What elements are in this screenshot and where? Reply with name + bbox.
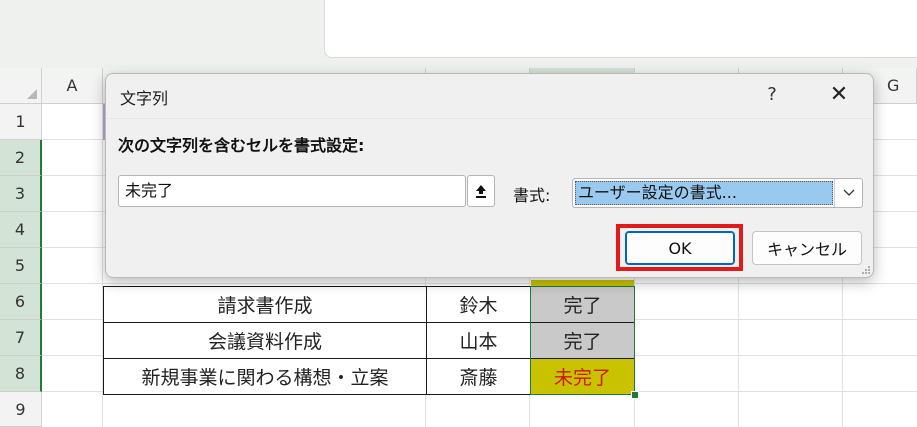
formula-bar-area [324, 0, 917, 58]
collapse-dialog-icon [476, 185, 486, 198]
dropdown-arrow[interactable] [834, 179, 862, 207]
row-header-9[interactable]: 9 [0, 392, 42, 427]
format-dropdown[interactable]: ユーザー設定の書式... [572, 178, 863, 208]
row-header-8[interactable]: 8 [0, 356, 42, 392]
column-label: A [66, 76, 78, 95]
row-header-5[interactable]: 5 [0, 248, 42, 284]
status-cell[interactable]: 完了 [530, 286, 635, 323]
text-value-input[interactable]: 未完了 [118, 175, 466, 207]
row-label: 7 [14, 328, 26, 347]
select-all-triangle-icon [27, 89, 37, 99]
row-label: 9 [15, 399, 26, 419]
cell-text: 完了 [563, 331, 602, 353]
text-contains-dialog: 文字列 ? ✕ 次の文字列を含むセルを書式設定: 未完了 書式: ユーザー設定の… [105, 73, 874, 278]
cell-text: 未完了 [553, 367, 611, 389]
task-cell[interactable]: 会議資料作成 [103, 322, 427, 359]
person-cell[interactable]: 斎藤 [426, 358, 531, 395]
gridline [42, 283, 917, 284]
cell-text: 斎藤 [459, 367, 498, 389]
collapse-dialog-button[interactable] [467, 175, 495, 207]
column-label: G [887, 76, 900, 95]
row-label: 4 [14, 220, 26, 239]
cell-text: 鈴木 [459, 295, 498, 317]
task-cell[interactable]: 新規事業に関わる構想・立案 [103, 358, 427, 395]
fill-handle[interactable] [631, 391, 639, 399]
status-cell[interactable]: 未完了 [530, 358, 635, 395]
row-label: 2 [14, 148, 26, 167]
chevron-down-icon [843, 189, 854, 196]
close-button[interactable]: ✕ [825, 80, 853, 108]
dialog-prompt: 次の文字列を含むセルを書式設定: [118, 136, 365, 155]
row-label: 6 [14, 292, 26, 311]
format-label: 書式: [513, 186, 551, 205]
dialog-title: 文字列 [120, 89, 169, 108]
format-selected-value: ユーザー設定の書式... [575, 181, 833, 205]
ok-button[interactable]: OK [625, 231, 735, 265]
row-label: 8 [14, 364, 26, 383]
row-label: 1 [15, 112, 26, 131]
title-divider [106, 118, 873, 119]
person-cell[interactable]: 山本 [426, 322, 531, 359]
cancel-button[interactable]: キャンセル [752, 231, 862, 265]
resize-grip-icon[interactable] [861, 265, 871, 275]
cell-text: 請求書作成 [217, 295, 313, 317]
status-cell[interactable]: 完了 [530, 322, 635, 359]
row-label: 3 [14, 184, 26, 203]
cell-text: 山本 [459, 331, 498, 353]
row-header-1[interactable]: 1 [0, 104, 42, 140]
cell-text: 完了 [563, 295, 602, 317]
row-header-4[interactable]: 4 [0, 212, 42, 248]
person-cell[interactable]: 鈴木 [426, 286, 531, 323]
select-all-corner[interactable] [0, 68, 42, 104]
row-label: 5 [14, 256, 26, 275]
row-header-3[interactable]: 3 [0, 176, 42, 212]
help-button[interactable]: ? [760, 80, 784, 108]
row-header-6[interactable]: 6 [0, 284, 42, 320]
task-cell[interactable]: 請求書作成 [103, 286, 427, 323]
row-header-7[interactable]: 7 [0, 320, 42, 356]
cell-text: 新規事業に関わる構想・立案 [141, 367, 389, 389]
column-header-a[interactable]: A [42, 68, 103, 104]
cell-text: 会議資料作成 [207, 331, 322, 353]
row-header-2[interactable]: 2 [0, 140, 42, 176]
